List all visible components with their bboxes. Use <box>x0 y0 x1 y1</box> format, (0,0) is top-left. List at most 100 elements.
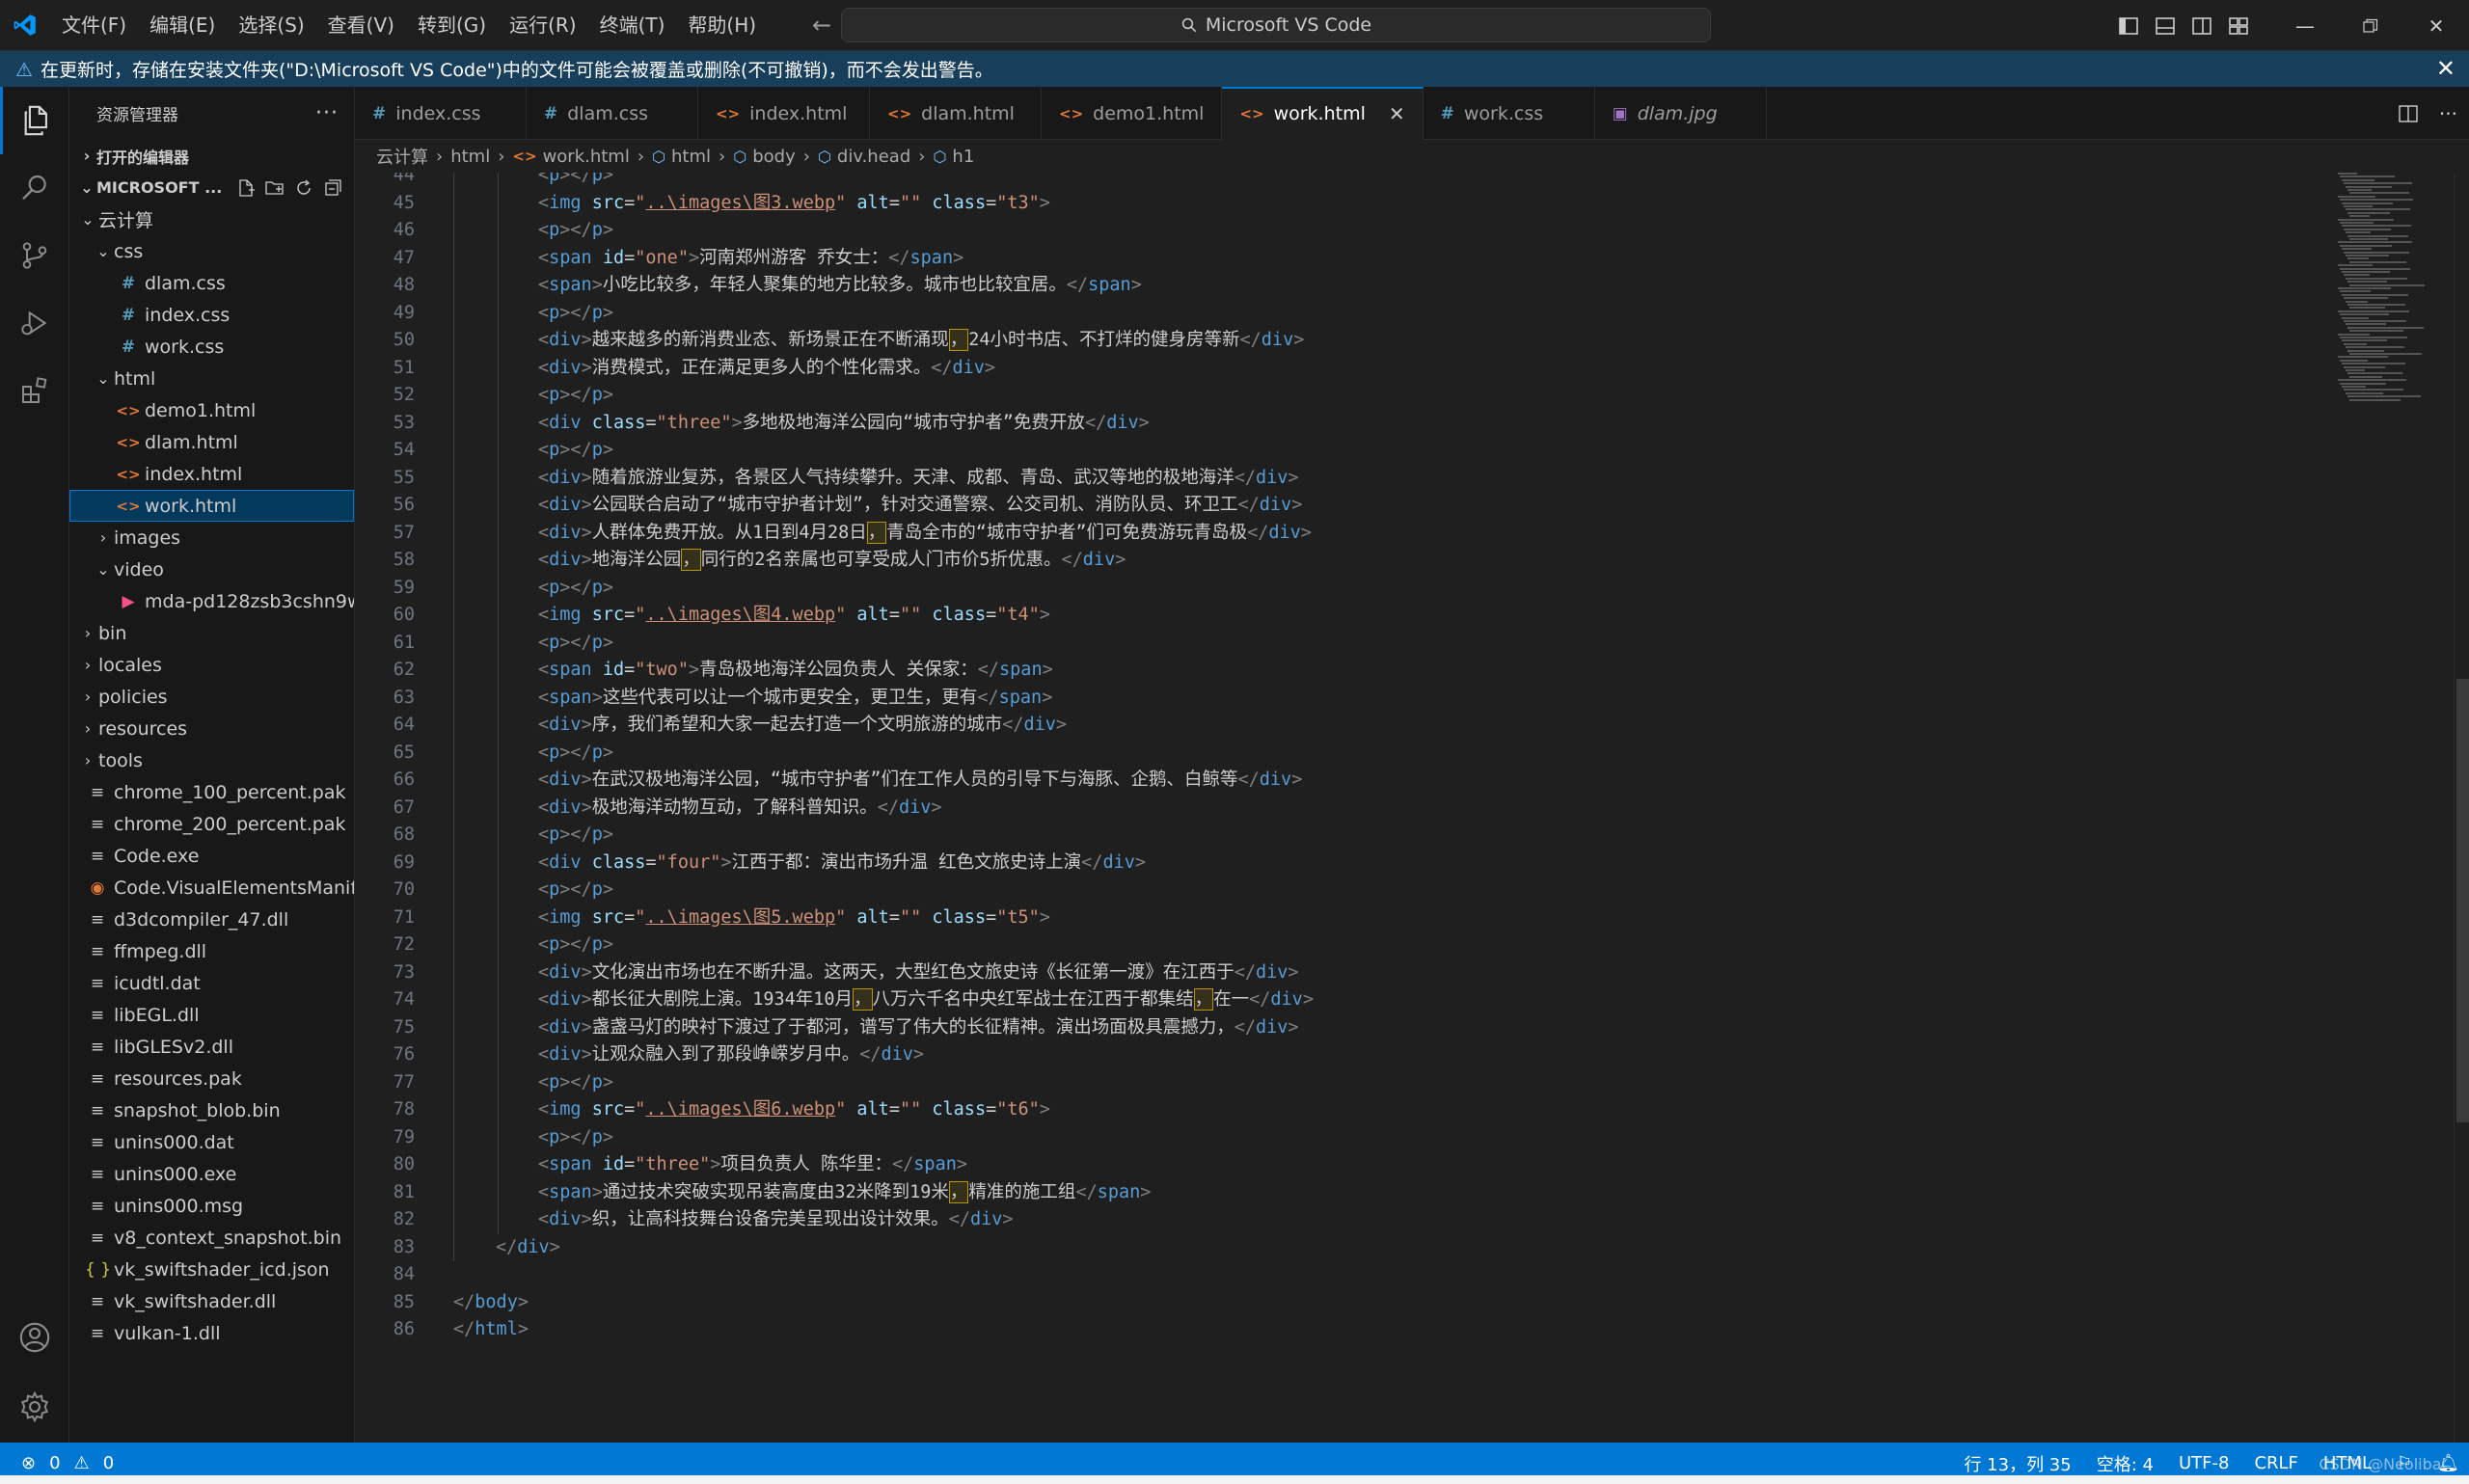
code-line[interactable]: 61 <p></p> <box>355 629 2332 657</box>
code-line[interactable]: 73 <div>文化演出市场也在不断升温。这两天，大型红色文旅史诗《长征第一渡》在… <box>355 958 2332 986</box>
tab-dlam-html[interactable]: <> dlam.html <box>870 87 1042 140</box>
more-editor-actions-icon[interactable]: ··· <box>2439 102 2457 125</box>
code-line[interactable]: 86 </html> <box>355 1316 2332 1344</box>
toggle-primary-sidebar-icon[interactable] <box>2110 0 2147 51</box>
code-line[interactable]: 49 <p></p> <box>355 299 2332 327</box>
code-line[interactable]: 72 <p></p> <box>355 931 2332 959</box>
code-line[interactable]: 80 <span id="three">项目负责人 陈华里：</span> <box>355 1151 2332 1179</box>
source-control-icon[interactable] <box>0 222 69 289</box>
menu-item[interactable]: 运行(R) <box>498 0 588 51</box>
menu-item[interactable]: 选择(S) <box>227 0 315 51</box>
code-line[interactable]: 59 <p></p> <box>355 574 2332 602</box>
close-notification-icon[interactable]: ✕ <box>2436 55 2455 82</box>
toggle-panel-icon[interactable] <box>2147 0 2184 51</box>
tab-dlam-jpg[interactable]: ▣ dlam.jpg <box>1595 87 1767 140</box>
tree-item[interactable]: ≡ v8_context_snapshot.bin <box>69 1222 354 1254</box>
customize-layout-icon[interactable] <box>2220 0 2257 51</box>
command-center-search[interactable]: Microsoft VS Code <box>841 8 1711 42</box>
code-line[interactable]: 58 <div>地海洋公园，同行的2名亲属也可享受成人门市价5折优惠。</div> <box>355 547 2332 575</box>
tab-demo1-html[interactable]: <> demo1.html <box>1042 87 1223 140</box>
close-tab-icon[interactable]: ✕ <box>1389 102 1405 125</box>
code-line[interactable]: 70 <p></p> <box>355 877 2332 904</box>
menu-item[interactable]: 文件(F) <box>50 0 138 51</box>
code-line[interactable]: 63 <span>这些代表可以让一个城市更安全，更卫生，更有</span> <box>355 684 2332 712</box>
code-line[interactable]: 71 <img src="..\images\图5.webp" alt="" cl… <box>355 904 2332 931</box>
code-line[interactable]: 45 <img src="..\images\图3.webp" alt="" cl… <box>355 189 2332 217</box>
tree-item[interactable]: <> dlam.html <box>69 426 354 458</box>
open-editors-section[interactable]: › 打开的编辑器 <box>69 140 354 172</box>
code-line[interactable]: 50 <div>越来越多的新消费业态、新场景正在不断涌现，24小时书店、不打烊的健… <box>355 327 2332 355</box>
code-line[interactable]: 56 <div>公园联合启动了“城市守护者计划”，针对交通警察、公交司机、消防队员… <box>355 492 2332 520</box>
tree-item[interactable]: ⌄ 云计算 <box>69 203 354 235</box>
tree-item[interactable]: › tools <box>69 744 354 776</box>
code-line[interactable]: 44 <p></p> <box>355 173 2332 190</box>
tree-item[interactable]: › bin <box>69 617 354 649</box>
new-file-icon[interactable] <box>236 178 256 198</box>
tree-item[interactable]: ⌄ html <box>69 363 354 394</box>
accounts-icon[interactable] <box>0 1304 69 1371</box>
tree-item[interactable]: ≡ snapshot_blob.bin <box>69 1094 354 1126</box>
code-line[interactable]: 47 <span id="one">河南郑州游客 乔女士：</span> <box>355 244 2332 272</box>
code-line[interactable]: 57 <div>人群体免费开放。从1日到4月28日，青岛全市的“城市守护者”们可免… <box>355 519 2332 547</box>
status-problems[interactable]: ⊗ 0 ⚠ 0 <box>0 1453 114 1473</box>
minimize-icon[interactable]: — <box>2272 0 2338 51</box>
code-line[interactable]: 55 <div>随着旅游业复苏，各景区人气持续攀升。天津、成都、青岛、武汉等地的极… <box>355 464 2332 492</box>
code-editor[interactable]: 44 <p></p> 45 <img src="..\images\图3.webp" … <box>355 173 2332 1443</box>
code-line[interactable]: 68 <p></p> <box>355 822 2332 850</box>
tree-item[interactable]: › locales <box>69 649 354 681</box>
tree-item[interactable]: ≡ chrome_200_percent.pak <box>69 808 354 840</box>
tree-item[interactable]: › resources <box>69 713 354 744</box>
code-line[interactable]: 48 <span>小吃比较多，年轻人聚集的地方比较多。城市也比较宜居。</span… <box>355 272 2332 300</box>
workspace-folder-section[interactable]: ⌄ MICROSOFT ... <box>69 172 354 203</box>
toggle-secondary-sidebar-icon[interactable] <box>2184 0 2220 51</box>
menu-item[interactable]: 编辑(E) <box>138 0 227 51</box>
code-line[interactable]: 79 <p></p> <box>355 1123 2332 1151</box>
code-line[interactable]: 76 <div>让观众融入到了那段峥嵘岁月中。</div> <box>355 1041 2332 1069</box>
split-editor-icon[interactable] <box>2399 104 2418 123</box>
restore-icon[interactable] <box>2338 0 2403 51</box>
tree-item[interactable]: <> index.html <box>69 458 354 490</box>
cursor-position[interactable]: 行 13，列 35 <box>1964 1451 2071 1476</box>
tree-item[interactable]: ▶ mda-pd128zsb3cshn9w... <box>69 585 354 617</box>
run-debug-icon[interactable] <box>0 289 69 357</box>
tree-item[interactable]: ≡ d3dcompiler_47.dll <box>69 904 354 935</box>
extensions-icon[interactable] <box>0 357 69 424</box>
code-line[interactable]: 54 <p></p> <box>355 437 2332 465</box>
code-line[interactable]: 75 <div>盏盏马灯的映衬下渡过了于都河，谱写了伟大的长征精神。演出场面极具震… <box>355 1013 2332 1041</box>
end-of-line[interactable]: CRLF <box>2254 1453 2297 1473</box>
manage-gear-icon[interactable] <box>0 1373 69 1441</box>
collapse-all-icon[interactable] <box>323 178 342 198</box>
tree-item[interactable]: ≡ unins000.msg <box>69 1190 354 1222</box>
tree-item[interactable]: # index.css <box>69 299 354 331</box>
explorer-icon[interactable] <box>0 87 69 154</box>
code-line[interactable]: 67 <div>极地海洋动物互动，了解科普知识。</div> <box>355 794 2332 822</box>
tree-item[interactable]: ⌄ css <box>69 235 354 267</box>
menu-item[interactable]: 终端(T) <box>588 0 677 51</box>
tree-item[interactable]: <> work.html <box>69 490 354 522</box>
tree-item[interactable]: ≡ libGLESv2.dll <box>69 1031 354 1063</box>
tab-work-css[interactable]: # work.css <box>1424 87 1595 140</box>
code-line[interactable]: 81 <span>通过技术突破实现吊装高度由32米降到19米，精准的施工组</sp… <box>355 1178 2332 1206</box>
tree-item[interactable]: ≡ libEGL.dll <box>69 999 354 1031</box>
breadcrumb-item[interactable]: 云计算 <box>376 144 428 169</box>
code-line[interactable]: 83 </div> <box>355 1233 2332 1261</box>
tree-item[interactable]: ≡ vulkan-1.dll <box>69 1317 354 1349</box>
refresh-icon[interactable] <box>294 178 313 198</box>
code-line[interactable]: 77 <p></p> <box>355 1068 2332 1096</box>
code-line[interactable]: 84 <box>355 1261 2332 1289</box>
code-line[interactable]: 85 </body> <box>355 1289 2332 1317</box>
code-line[interactable]: 64 <div>序，我们希望和大家一起去打造一个文明旅游的城市</div> <box>355 712 2332 740</box>
code-line[interactable]: 46 <p></p> <box>355 217 2332 245</box>
menu-item[interactable]: 帮助(H) <box>676 0 768 51</box>
breadcrumb-item[interactable]: ⬡ body <box>733 147 796 167</box>
tree-item[interactable]: # dlam.css <box>69 267 354 299</box>
tree-item[interactable]: ≡ unins000.dat <box>69 1126 354 1158</box>
tree-item[interactable]: ≡ ffmpeg.dll <box>69 935 354 967</box>
close-window-icon[interactable]: ✕ <box>2403 0 2469 51</box>
tab-index-html[interactable]: <> index.html <box>698 87 870 140</box>
tree-item[interactable]: ◉ Code.VisualElementsManif... <box>69 872 354 904</box>
breadcrumb-item[interactable]: <> work.html <box>512 147 629 167</box>
menu-item[interactable]: 查看(V) <box>316 0 406 51</box>
code-line[interactable]: 62 <span id="two">青岛极地海洋公园负责人 关保家：</span> <box>355 657 2332 685</box>
code-line[interactable]: 53 <div class="three">多地极地海洋公园向“城市守护者”免费开… <box>355 409 2332 437</box>
